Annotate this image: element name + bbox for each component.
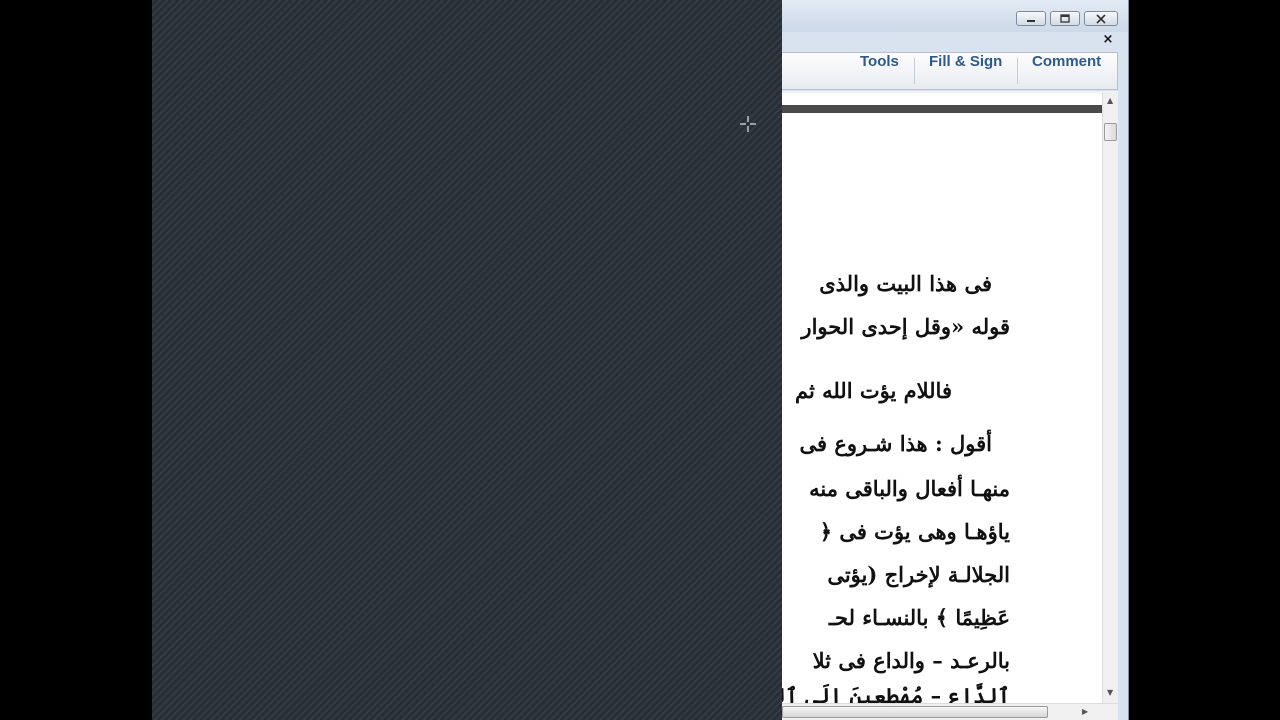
toolbar: Tools Fill & Sign Comment (782, 52, 1118, 90)
close-document-button[interactable]: × (1101, 32, 1115, 48)
desktop-backdrop (152, 0, 782, 720)
document-viewport[interactable]: فى هذا البيت والذى قوله «وقل إحدى الحوار… (782, 91, 1118, 720)
horizontal-scroll-thumb[interactable] (782, 706, 1048, 718)
page-header-rule (782, 105, 1102, 113)
text-line: بالرعـد – والداع فى ثلا (812, 648, 1010, 673)
document-page: فى هذا البيت والذى قوله «وقل إحدى الحوار… (782, 93, 1102, 703)
restore-icon (1060, 13, 1070, 23)
text-line: فى هذا البيت والذى (819, 271, 992, 296)
tools-button[interactable]: Tools (860, 53, 899, 89)
fill-sign-button[interactable]: Fill & Sign (929, 53, 1002, 89)
horizontal-scrollbar[interactable]: ▶ (782, 703, 1118, 720)
title-bar[interactable] (782, 0, 1128, 32)
vertical-scrollbar[interactable]: ▲ ▼ (1102, 93, 1118, 703)
text-line: ٱلدَّاعِ – مُهْطِعِينَ إِلَى ٱلدَّاعِ ﴿ (782, 683, 1010, 703)
minimize-button[interactable] (1016, 11, 1046, 26)
toolbar-divider (914, 58, 915, 84)
comment-button[interactable]: Comment (1032, 53, 1101, 89)
scroll-up-icon[interactable]: ▲ (1107, 97, 1113, 105)
pdf-reader-window: × Tools Fill & Sign Comment فى هذا البيت… (782, 0, 1129, 720)
text-line: قوله «وقل إحدى الحوار (801, 314, 1010, 339)
text-line: الجلالـة لإخراج (يؤتى (827, 562, 1010, 587)
scroll-right-icon[interactable]: ▶ (1082, 708, 1088, 716)
close-icon (1096, 13, 1106, 24)
restore-button[interactable] (1050, 11, 1080, 26)
text-line: أقول : هذا شـروع فى (799, 431, 992, 456)
close-window-button[interactable] (1084, 11, 1118, 26)
crosshair-cursor-icon (740, 116, 756, 132)
toolbar-divider (1017, 58, 1018, 84)
scroll-down-icon[interactable]: ▼ (1107, 689, 1113, 697)
minimize-icon (1027, 19, 1035, 22)
vertical-scroll-thumb[interactable] (1104, 123, 1117, 141)
text-line: فاللام يؤت الله ثم (794, 378, 952, 403)
text-line: ياؤهـا وهى يؤت فى ﴿ (819, 519, 1010, 544)
text-line: عَظِيمًا ﴾ بالنسـاء لحـ (828, 605, 1010, 630)
text-line: منهـا أفعال والباقى منه (809, 476, 1010, 501)
